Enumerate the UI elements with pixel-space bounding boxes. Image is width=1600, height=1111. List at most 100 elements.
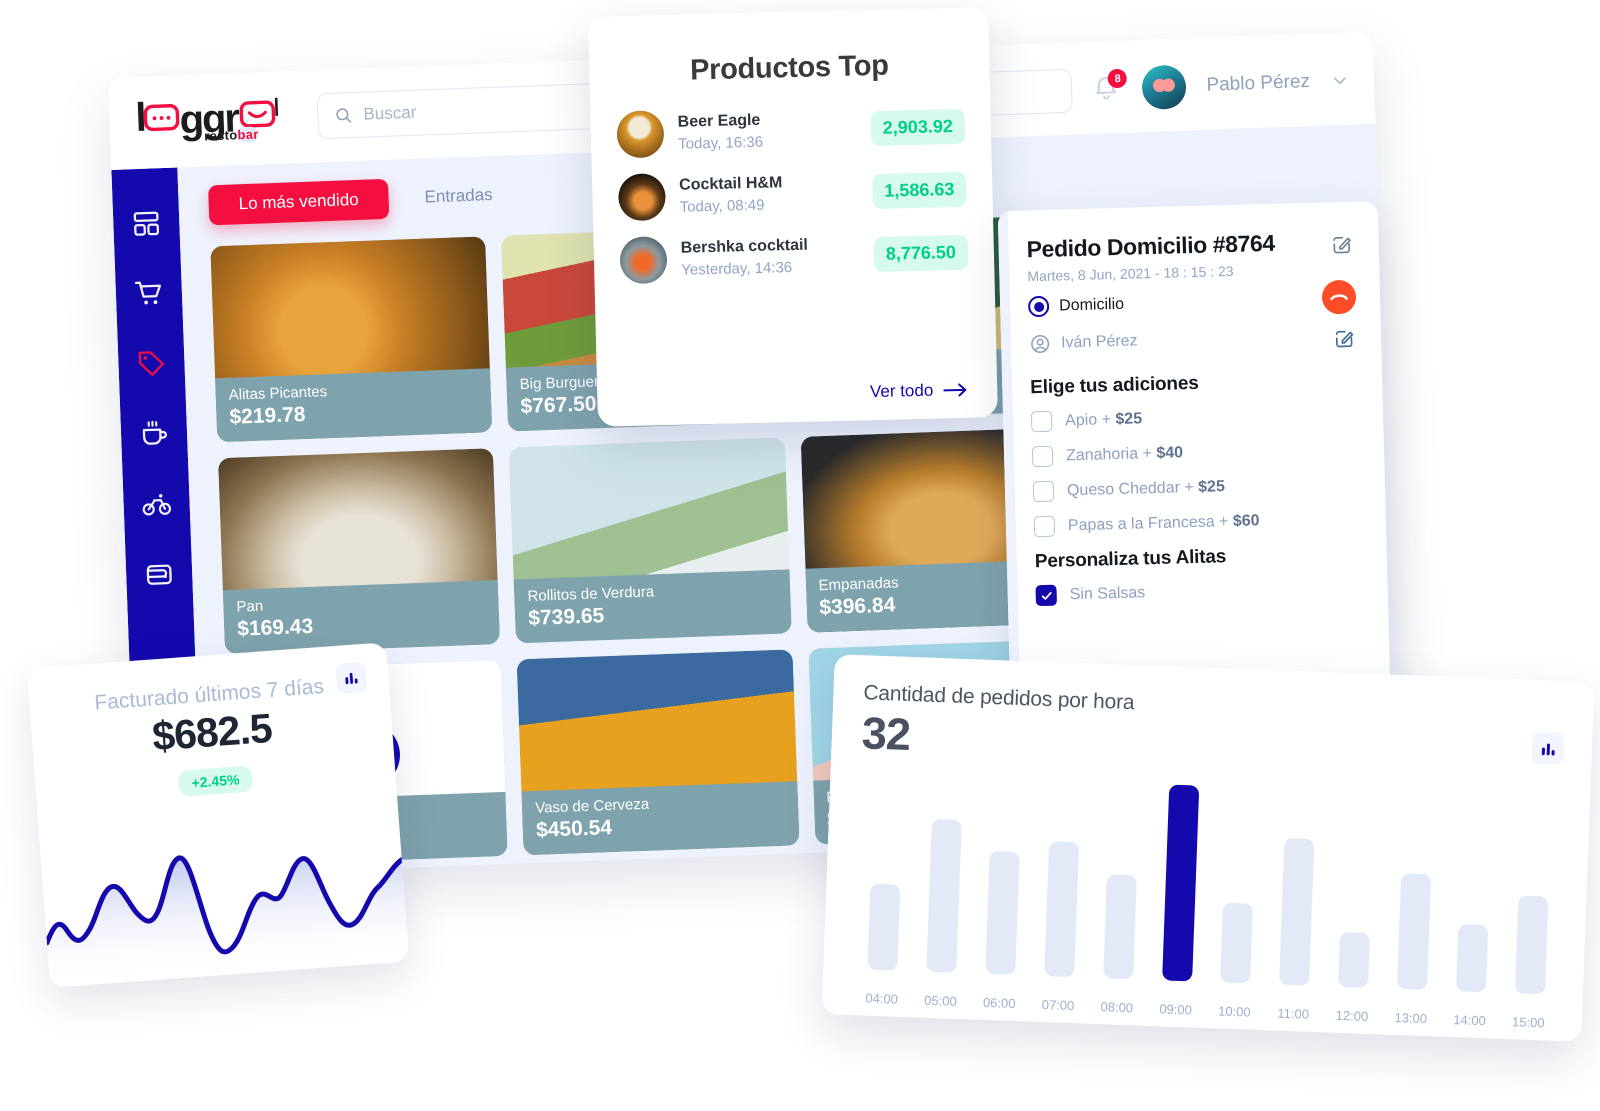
chart-bar [985,850,1020,976]
app-logo[interactable]: l ggr restobar [135,89,297,152]
chart-x-axis-labels: 04:00 05:00 06:00 07:00 08:00 09:00 10:00 11:00… [852,990,1558,1031]
chart-bar [867,883,901,971]
chart-bar-column[interactable] [1088,782,1154,980]
addition-option[interactable]: Apio + $25 [1030,403,1355,433]
coffee-icon[interactable] [139,418,170,449]
bar-chart-icon [1541,743,1555,755]
chart-toggle-button[interactable] [1531,731,1565,765]
arrow-right-icon [943,383,967,397]
product-amount: 1,586.63 [871,171,967,210]
logo-sub-bar: bar [237,126,259,142]
chart-bar-column[interactable] [1147,784,1213,982]
notifications-button[interactable]: 8 [1092,68,1128,106]
list-item[interactable]: Cocktail H&M Today, 08:49 1,586.63 [617,166,967,222]
chart-bar [1220,902,1254,984]
logo-subtitle: restobar [204,126,259,143]
checkbox-checked[interactable] [1035,584,1058,607]
chart-bar-column[interactable] [1030,780,1096,978]
rappi-icon [1330,294,1348,301]
tag-icon[interactable] [136,348,167,379]
chart-bar-column[interactable] [1265,788,1331,986]
delivery-provider-button[interactable] [1321,279,1357,315]
chart-x-label: 14:00 [1453,1012,1487,1029]
see-all-link[interactable]: Ver todo [870,380,970,402]
user-icon [1031,334,1050,354]
chart-bar [1455,924,1489,993]
product-amount: 8,776.50 [873,234,969,273]
additions-title: Elige tus adiciones [1030,372,1199,399]
chart-bar [1279,837,1315,986]
search-placeholder: Buscar [363,102,417,124]
product-time: Today, 16:36 [677,133,764,153]
radio-selected-icon [1027,295,1050,318]
chart-bar-column[interactable] [912,775,978,973]
addition-option[interactable]: Papas a la Francesa + $60 [1033,508,1358,538]
chart-bar [1161,784,1199,982]
customize-label: Sin Salsas [1069,583,1146,603]
cart-icon[interactable] [133,278,164,309]
chart-bar [926,818,963,973]
product-card[interactable]: Pan $169.43 [218,448,501,655]
addition-option[interactable]: Queso Cheddar + $25 [1032,473,1357,503]
chart-bar-column[interactable] [1206,786,1272,984]
checkbox[interactable] [1032,480,1055,503]
bike-icon[interactable] [141,488,172,519]
avatar[interactable] [1141,64,1188,111]
chart-x-label: 11:00 [1277,1005,1310,1022]
logo-sub-resto: resto [203,126,238,144]
chart-bar [1396,873,1432,991]
chart-bar-column[interactable] [1324,790,1390,988]
product-card[interactable]: Alitas Picantes $219.78 [210,236,493,443]
chart-x-label: 09:00 [1159,1001,1193,1018]
chart-x-label: 12:00 [1335,1007,1369,1024]
see-all-label: Ver todo [869,380,934,402]
product-card[interactable]: Rollitos de Verdura $739.65 [509,437,792,644]
chart-x-label: 08:00 [1100,999,1134,1016]
revenue-card: Facturado últimos 7 días $682.5 +2.45% [26,642,410,988]
chart-bar [1514,895,1548,995]
chart-bar-column[interactable] [1441,795,1507,993]
product-time: Today, 08:49 [679,196,765,216]
tab-lo-mas-vendido[interactable]: Lo más vendido [208,178,390,226]
chart-bar-column[interactable] [1500,797,1566,995]
top-products-card: Productos Top Beer Eagle Today, 16:36 2,… [588,7,998,427]
notification-badge: 8 [1107,68,1128,89]
product-card[interactable]: Vaso de Cerveza $450.54 [516,649,800,856]
edit-order-icon[interactable] [1330,234,1353,257]
product-name: Cocktail H&M [678,174,783,194]
list-item[interactable]: Bershka cocktail Yesterday, 14:36 8,776.… [619,229,969,285]
user-name: Pablo Pérez [1206,70,1311,96]
chevron-down-icon[interactable] [1330,70,1351,91]
order-date: Martes, 8 Jun, 2021 - 18 : 15 : 23 [1027,262,1234,285]
chart-x-label: 15:00 [1511,1014,1545,1031]
product-thumbnail [619,236,668,285]
addition-option[interactable]: Zanahoria + $40 [1031,438,1356,468]
addition-label: Zanahoria + $40 [1065,443,1184,464]
hourly-orders-card: Cantidad de pedidos por hora 32 04:00 05:… [821,654,1595,1042]
addition-price: $25 [1115,409,1143,428]
dashboard-icon[interactable] [131,208,162,239]
edit-customer-icon[interactable] [1333,328,1356,351]
screenshot-stage: l ggr restobar Buscar 8 Pablo Pérez Lo m… [0,0,1600,1111]
wallet-icon[interactable] [144,558,175,589]
checkbox[interactable] [1030,410,1053,433]
search-icon [336,108,352,123]
chart-x-label: 13:00 [1394,1009,1428,1027]
delivery-mode-radio[interactable]: Domicilio [1027,288,1352,318]
chart-bar [1338,932,1371,988]
chart-x-label: 06:00 [982,994,1016,1012]
tab-entradas[interactable]: Entradas [394,174,523,219]
chart-bar-column[interactable] [1382,793,1448,991]
addition-price: $60 [1232,511,1260,530]
revenue-delta-badge: +2.45% [177,765,254,797]
chart-bar-column[interactable] [971,778,1037,976]
customize-option[interactable]: Sin Salsas [1035,577,1359,607]
addition-label: Apio + $25 [1064,409,1143,429]
product-thumbnail [617,173,667,222]
checkbox[interactable] [1033,515,1056,538]
checkbox[interactable] [1031,445,1054,468]
chart-bar-column[interactable] [853,773,919,971]
product-thumbnail [616,110,665,159]
list-item[interactable]: Beer Eagle Today, 16:36 2,903.92 [616,103,966,159]
chart-toggle-button[interactable] [335,661,368,694]
